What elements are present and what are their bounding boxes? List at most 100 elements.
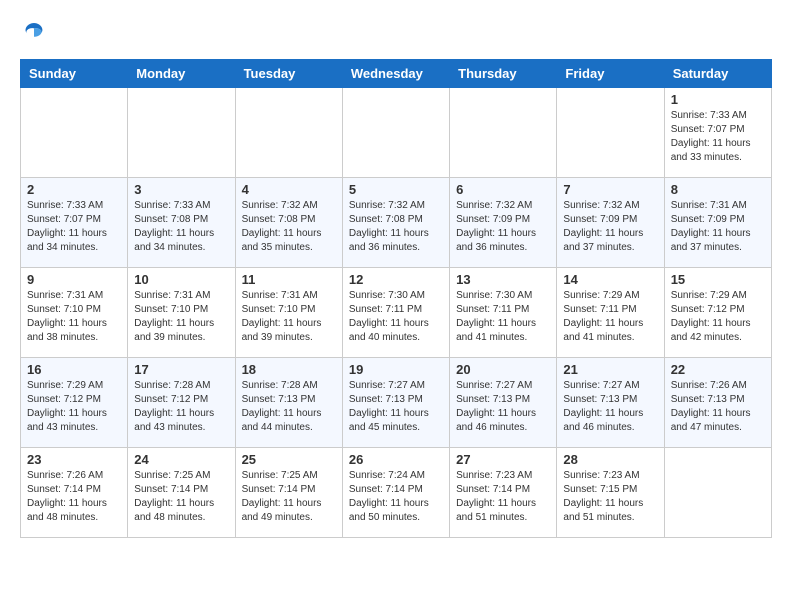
day-number: 14 (563, 272, 657, 287)
logo-icon (22, 20, 46, 44)
calendar-cell: 23 Sunrise: 7:26 AMSunset: 7:14 PMDayligh… (21, 448, 128, 538)
day-number: 13 (456, 272, 550, 287)
day-info: Sunrise: 7:27 AMSunset: 7:13 PMDaylight:… (563, 379, 657, 435)
day-info: Sunrise: 7:25 AMSunset: 7:14 PMDaylight:… (242, 469, 336, 525)
calendar-cell: 22 Sunrise: 7:26 AMSunset: 7:13 PMDayligh… (664, 358, 771, 448)
calendar-cell: 4 Sunrise: 7:32 AMSunset: 7:08 PMDaylight… (235, 178, 342, 268)
day-number: 3 (134, 182, 228, 197)
day-info: Sunrise: 7:32 AMSunset: 7:09 PMDaylight:… (563, 199, 657, 255)
calendar-cell: 2 Sunrise: 7:33 AMSunset: 7:07 PMDaylight… (21, 178, 128, 268)
day-number: 27 (456, 452, 550, 467)
calendar-cell: 21 Sunrise: 7:27 AMSunset: 7:13 PMDayligh… (557, 358, 664, 448)
calendar-table: SundayMondayTuesdayWednesdayThursdayFrid… (20, 59, 772, 538)
calendar-cell: 27 Sunrise: 7:23 AMSunset: 7:14 PMDayligh… (450, 448, 557, 538)
weekday-header-saturday: Saturday (664, 60, 771, 88)
calendar-cell: 28 Sunrise: 7:23 AMSunset: 7:15 PMDayligh… (557, 448, 664, 538)
day-number: 8 (671, 182, 765, 197)
day-info: Sunrise: 7:33 AMSunset: 7:07 PMDaylight:… (671, 109, 765, 165)
day-number: 25 (242, 452, 336, 467)
calendar-cell: 13 Sunrise: 7:30 AMSunset: 7:11 PMDayligh… (450, 268, 557, 358)
day-number: 2 (27, 182, 121, 197)
calendar-cell: 3 Sunrise: 7:33 AMSunset: 7:08 PMDaylight… (128, 178, 235, 268)
day-info: Sunrise: 7:31 AMSunset: 7:10 PMDaylight:… (27, 289, 121, 345)
day-info: Sunrise: 7:23 AMSunset: 7:14 PMDaylight:… (456, 469, 550, 525)
day-info: Sunrise: 7:23 AMSunset: 7:15 PMDaylight:… (563, 469, 657, 525)
day-number: 21 (563, 362, 657, 377)
day-info: Sunrise: 7:32 AMSunset: 7:08 PMDaylight:… (349, 199, 443, 255)
day-number: 23 (27, 452, 121, 467)
calendar-week-row: 23 Sunrise: 7:26 AMSunset: 7:14 PMDayligh… (21, 448, 772, 538)
day-number: 9 (27, 272, 121, 287)
calendar-cell: 25 Sunrise: 7:25 AMSunset: 7:14 PMDayligh… (235, 448, 342, 538)
day-info: Sunrise: 7:33 AMSunset: 7:07 PMDaylight:… (27, 199, 121, 255)
day-number: 7 (563, 182, 657, 197)
day-info: Sunrise: 7:26 AMSunset: 7:13 PMDaylight:… (671, 379, 765, 435)
day-info: Sunrise: 7:25 AMSunset: 7:14 PMDaylight:… (134, 469, 228, 525)
calendar-cell: 8 Sunrise: 7:31 AMSunset: 7:09 PMDaylight… (664, 178, 771, 268)
day-number: 19 (349, 362, 443, 377)
calendar-cell: 24 Sunrise: 7:25 AMSunset: 7:14 PMDayligh… (128, 448, 235, 538)
calendar-cell: 7 Sunrise: 7:32 AMSunset: 7:09 PMDaylight… (557, 178, 664, 268)
calendar-week-row: 2 Sunrise: 7:33 AMSunset: 7:07 PMDaylight… (21, 178, 772, 268)
day-info: Sunrise: 7:28 AMSunset: 7:12 PMDaylight:… (134, 379, 228, 435)
day-info: Sunrise: 7:30 AMSunset: 7:11 PMDaylight:… (349, 289, 443, 345)
calendar-cell: 17 Sunrise: 7:28 AMSunset: 7:12 PMDayligh… (128, 358, 235, 448)
day-info: Sunrise: 7:27 AMSunset: 7:13 PMDaylight:… (456, 379, 550, 435)
weekday-header-tuesday: Tuesday (235, 60, 342, 88)
day-info: Sunrise: 7:31 AMSunset: 7:10 PMDaylight:… (242, 289, 336, 345)
calendar-cell (235, 88, 342, 178)
day-info: Sunrise: 7:27 AMSunset: 7:13 PMDaylight:… (349, 379, 443, 435)
day-number: 20 (456, 362, 550, 377)
calendar-cell: 12 Sunrise: 7:30 AMSunset: 7:11 PMDayligh… (342, 268, 449, 358)
day-number: 5 (349, 182, 443, 197)
day-info: Sunrise: 7:28 AMSunset: 7:13 PMDaylight:… (242, 379, 336, 435)
day-info: Sunrise: 7:26 AMSunset: 7:14 PMDaylight:… (27, 469, 121, 525)
calendar-cell: 16 Sunrise: 7:29 AMSunset: 7:12 PMDayligh… (21, 358, 128, 448)
calendar-cell: 18 Sunrise: 7:28 AMSunset: 7:13 PMDayligh… (235, 358, 342, 448)
logo (20, 20, 46, 49)
weekday-header-wednesday: Wednesday (342, 60, 449, 88)
calendar-cell: 11Sunrise: 7:31 AMSunset: 7:10 PMDayligh… (235, 268, 342, 358)
day-number: 26 (349, 452, 443, 467)
calendar-cell: 19 Sunrise: 7:27 AMSunset: 7:13 PMDayligh… (342, 358, 449, 448)
day-number: 22 (671, 362, 765, 377)
day-number: 16 (27, 362, 121, 377)
day-number: 1 (671, 92, 765, 107)
calendar-cell: 26 Sunrise: 7:24 AMSunset: 7:14 PMDayligh… (342, 448, 449, 538)
day-info: Sunrise: 7:29 AMSunset: 7:12 PMDaylight:… (27, 379, 121, 435)
day-number: 6 (456, 182, 550, 197)
calendar-cell: 15 Sunrise: 7:29 AMSunset: 7:12 PMDayligh… (664, 268, 771, 358)
calendar-cell (342, 88, 449, 178)
calendar-week-row: 9 Sunrise: 7:31 AMSunset: 7:10 PMDaylight… (21, 268, 772, 358)
day-info: Sunrise: 7:32 AMSunset: 7:08 PMDaylight:… (242, 199, 336, 255)
weekday-header-row: SundayMondayTuesdayWednesdayThursdayFrid… (21, 60, 772, 88)
calendar-cell: 10 Sunrise: 7:31 AMSunset: 7:10 PMDayligh… (128, 268, 235, 358)
day-number: 12 (349, 272, 443, 287)
day-number: 17 (134, 362, 228, 377)
day-number: 10 (134, 272, 228, 287)
weekday-header-friday: Friday (557, 60, 664, 88)
calendar-cell: 6 Sunrise: 7:32 AMSunset: 7:09 PMDaylight… (450, 178, 557, 268)
weekday-header-sunday: Sunday (21, 60, 128, 88)
calendar-week-row: 16 Sunrise: 7:29 AMSunset: 7:12 PMDayligh… (21, 358, 772, 448)
day-info: Sunrise: 7:31 AMSunset: 7:09 PMDaylight:… (671, 199, 765, 255)
weekday-header-thursday: Thursday (450, 60, 557, 88)
calendar-cell: 14 Sunrise: 7:29 AMSunset: 7:11 PMDayligh… (557, 268, 664, 358)
day-info: Sunrise: 7:24 AMSunset: 7:14 PMDaylight:… (349, 469, 443, 525)
calendar-cell: 9 Sunrise: 7:31 AMSunset: 7:10 PMDaylight… (21, 268, 128, 358)
calendar-cell: 5 Sunrise: 7:32 AMSunset: 7:08 PMDaylight… (342, 178, 449, 268)
day-info: Sunrise: 7:29 AMSunset: 7:12 PMDaylight:… (671, 289, 765, 345)
day-number: 28 (563, 452, 657, 467)
day-info: Sunrise: 7:33 AMSunset: 7:08 PMDaylight:… (134, 199, 228, 255)
day-number: 24 (134, 452, 228, 467)
day-info: Sunrise: 7:29 AMSunset: 7:11 PMDaylight:… (563, 289, 657, 345)
day-info: Sunrise: 7:32 AMSunset: 7:09 PMDaylight:… (456, 199, 550, 255)
calendar-week-row: 1 Sunrise: 7:33 AMSunset: 7:07 PMDaylight… (21, 88, 772, 178)
day-info: Sunrise: 7:31 AMSunset: 7:10 PMDaylight:… (134, 289, 228, 345)
calendar-cell (557, 88, 664, 178)
day-info: Sunrise: 7:30 AMSunset: 7:11 PMDaylight:… (456, 289, 550, 345)
weekday-header-monday: Monday (128, 60, 235, 88)
day-number: 15 (671, 272, 765, 287)
day-number: 18 (242, 362, 336, 377)
day-number: 4 (242, 182, 336, 197)
